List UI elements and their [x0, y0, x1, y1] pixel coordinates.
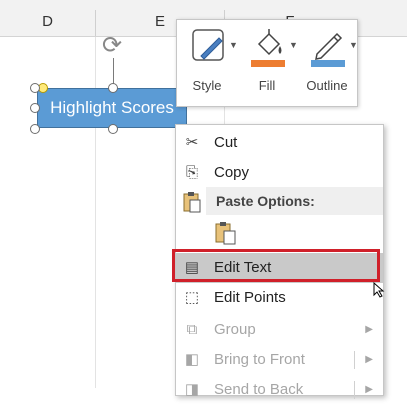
rotate-stem — [113, 58, 114, 86]
resize-handle-bottom-left[interactable] — [30, 124, 40, 134]
split-divider — [354, 381, 355, 399]
submenu-arrow-icon: ▶ — [365, 324, 373, 335]
rotate-handle-icon[interactable]: ⟳ — [99, 33, 125, 59]
menu-item-copy[interactable]: ⎘ Copy — [176, 158, 383, 188]
fill-button[interactable]: ▼ Fill — [237, 20, 298, 106]
menu-item-bring-to-front[interactable]: ◧ Bring to Front ▶ — [176, 345, 383, 375]
menu-item-label: Group — [214, 321, 256, 338]
outline-label: Outline — [306, 78, 348, 93]
style-label: Style — [192, 78, 222, 93]
menu-item-label: Copy — [214, 164, 250, 181]
clipboard-icon — [183, 192, 201, 213]
style-icon — [192, 29, 224, 61]
resize-handle-top-left[interactable] — [30, 83, 40, 93]
mouse-cursor-icon — [373, 282, 385, 298]
fill-label: Fill — [258, 78, 276, 93]
outline-color-bar — [311, 60, 345, 67]
resize-handle-bottom[interactable] — [108, 124, 118, 134]
resize-handle-top[interactable] — [108, 83, 118, 93]
paste-options-header: Paste Options: — [206, 187, 383, 215]
submenu-arrow-icon: ▶ — [365, 384, 373, 395]
menu-item-label: Bring to Front — [214, 351, 305, 368]
column-header-d[interactable]: D — [0, 0, 95, 36]
copy-icon: ⎘ — [185, 164, 198, 181]
fill-color-bar — [251, 60, 285, 67]
edit-points-icon: ⬚ — [184, 289, 200, 306]
chevron-down-icon: ▼ — [349, 40, 358, 50]
menu-item-group[interactable]: ⧉ Group ▶ — [176, 315, 383, 345]
paste-keep-source-icon[interactable] — [214, 220, 238, 246]
edit-text-highlight — [172, 249, 380, 282]
resize-handle-left[interactable] — [30, 103, 40, 113]
bring-to-front-icon: ◧ — [184, 351, 200, 368]
group-icon: ⧉ — [186, 321, 198, 338]
mini-toolbar: ▼ Style ▼ Fill ▼ Outline — [176, 19, 358, 107]
menu-item-label: Edit Points — [214, 289, 286, 306]
send-to-back-icon: ◨ — [184, 381, 200, 398]
menu-item-cut[interactable]: ✂ Cut — [176, 128, 383, 158]
submenu-arrow-icon: ▶ — [365, 354, 373, 365]
menu-item-label: Send to Back — [214, 381, 304, 398]
outline-button[interactable]: ▼ Outline — [297, 20, 358, 106]
menu-item-send-to-back[interactable]: ◨ Send to Back ▶ — [176, 375, 383, 405]
scissors-icon: ✂ — [185, 134, 199, 151]
style-button[interactable]: ▼ Style — [177, 20, 238, 106]
split-divider — [354, 351, 355, 369]
highlight-scores-shape[interactable]: Highlight Scores — [37, 88, 187, 128]
menu-item-label: Cut — [214, 134, 238, 151]
menu-item-edit-points[interactable]: ⬚ Edit Points — [176, 283, 383, 313]
